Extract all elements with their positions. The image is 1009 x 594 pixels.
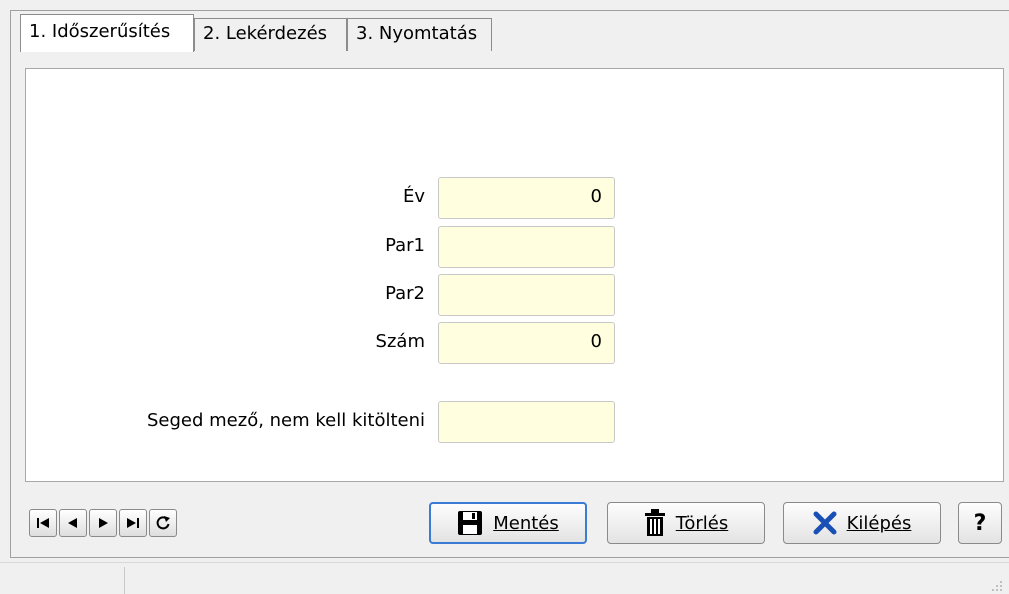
previous-record-icon <box>68 518 77 528</box>
last-record-button[interactable] <box>119 509 147 537</box>
previous-record-button[interactable] <box>59 509 87 537</box>
ev-field[interactable]: 0 <box>438 177 615 219</box>
seged-label: Seged mező, nem kell kitölteni <box>146 410 425 431</box>
tab-lekerdezes[interactable]: 2. Lekérdezés <box>194 18 347 51</box>
next-record-icon <box>99 518 108 528</box>
help-button[interactable]: ? <box>958 502 1002 544</box>
delete-label: Törlés <box>675 512 729 534</box>
delete-button[interactable]: Törlés <box>607 502 765 544</box>
resize-grip-icon[interactable] <box>990 578 1004 592</box>
save-button[interactable]: Mentés <box>429 502 587 544</box>
refresh-icon <box>156 516 170 530</box>
tab-label: 2. Lekérdezés <box>203 23 328 44</box>
status-bar <box>0 562 1009 594</box>
ev-label: Év <box>402 186 425 207</box>
tab-nyomtatas[interactable]: 3. Nyomtatás <box>347 18 492 51</box>
exit-button[interactable]: Kilépés <box>783 502 941 544</box>
tab-idoszerusites[interactable]: 1. Időszerűsítés <box>20 14 194 52</box>
last-record-icon <box>127 518 139 528</box>
par2-field[interactable] <box>438 274 615 316</box>
first-record-icon <box>37 518 49 528</box>
par1-label: Par1 <box>385 235 425 256</box>
close-icon <box>813 511 837 535</box>
status-separator <box>124 567 125 594</box>
tab-label: 1. Időszerűsítés <box>29 21 171 42</box>
next-record-button[interactable] <box>89 509 117 537</box>
exit-label: Kilépés <box>846 512 912 534</box>
help-icon: ? <box>973 510 987 536</box>
szam-field[interactable]: 0 <box>438 322 615 364</box>
refresh-button[interactable] <box>149 509 177 537</box>
szam-label: Szám <box>375 331 425 352</box>
seged-field[interactable] <box>438 401 615 443</box>
par2-label: Par2 <box>385 283 425 304</box>
tab-label: 3. Nyomtatás <box>356 23 478 44</box>
floppy-disk-icon <box>458 511 483 535</box>
first-record-button[interactable] <box>29 509 57 537</box>
par1-field[interactable] <box>438 226 615 268</box>
save-label: Mentés <box>493 512 559 534</box>
trash-icon <box>644 509 665 536</box>
